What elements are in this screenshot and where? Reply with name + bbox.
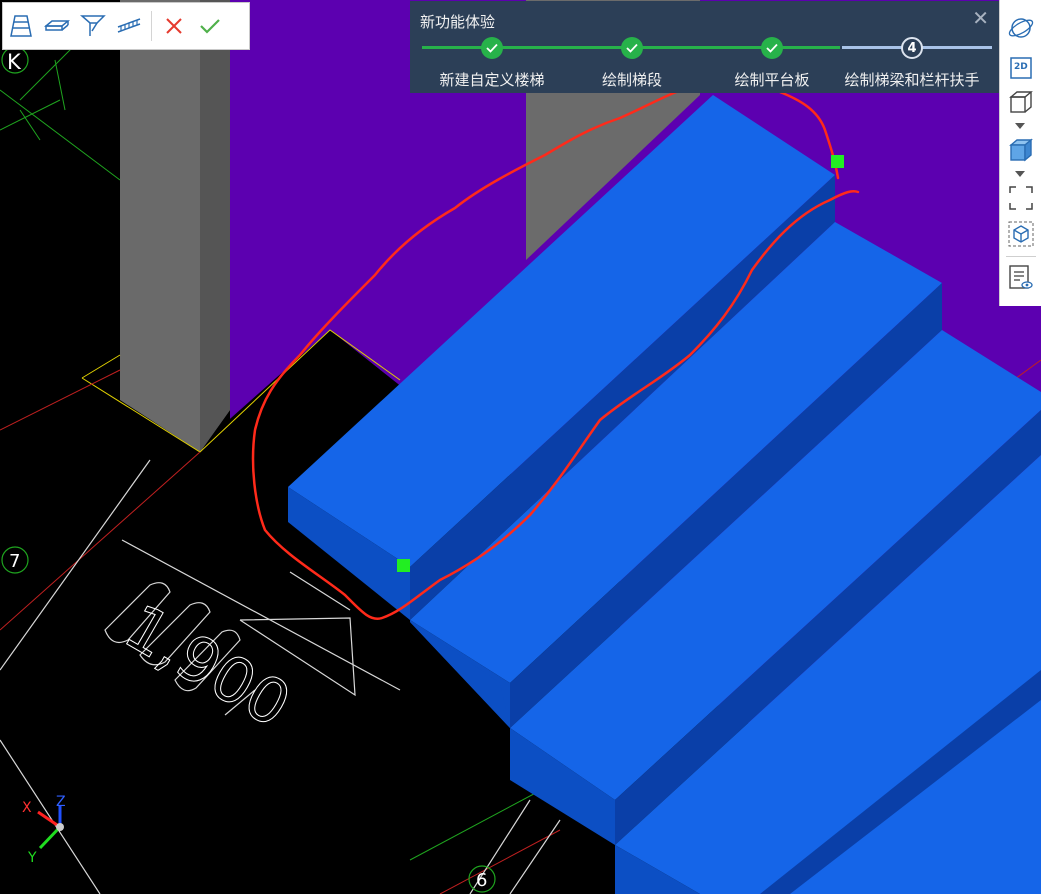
- stair-beam-icon: [80, 15, 106, 36]
- chevron-down-icon[interactable]: [1015, 123, 1025, 129]
- view-properties-button[interactable]: [1005, 262, 1037, 294]
- gray-column-left-shade: [200, 0, 230, 452]
- landing-slab-button[interactable]: [39, 4, 75, 48]
- view-3d-box-icon: [1009, 91, 1033, 113]
- axis-z-label: Z: [56, 794, 66, 810]
- toolbar-separator: [1006, 256, 1036, 257]
- fit-view-icon: [1009, 186, 1033, 210]
- solid-box-button[interactable]: [1005, 134, 1037, 166]
- local-3d-icon: [1008, 221, 1034, 247]
- orbit-button[interactable]: [1005, 12, 1037, 44]
- railing-icon: [117, 18, 141, 33]
- wizard-step-3[interactable]: 绘制平台板: [702, 35, 842, 91]
- axis-label-6: 6: [476, 870, 487, 891]
- fit-view-button[interactable]: [1005, 182, 1037, 214]
- view-2d-button[interactable]: 2D: [1005, 52, 1037, 84]
- wizard-step-2[interactable]: 绘制梯段: [562, 35, 702, 91]
- view-2d-label: 2D: [1014, 62, 1028, 72]
- check-icon: [621, 37, 643, 59]
- chevron-down-icon[interactable]: [1015, 171, 1025, 177]
- cancel-icon: [166, 18, 182, 34]
- solid-box-icon: [1009, 138, 1033, 162]
- railing-button[interactable]: [111, 4, 147, 48]
- feature-wizard-panel: 新功能体验 ✕ 新建自定义楼梯 绘制梯段 绘制平台板 4 绘制梯梁和栏杆扶手: [410, 1, 999, 93]
- stair-run-button[interactable]: [3, 4, 39, 48]
- stair-run-icon: [10, 15, 32, 37]
- view-3d-box-button[interactable]: [1005, 86, 1037, 118]
- grip-handle-bottom[interactable]: [397, 559, 410, 572]
- local-3d-button[interactable]: [1005, 218, 1037, 250]
- axis-y-label: Y: [27, 850, 37, 866]
- step-number-badge: 4: [901, 37, 923, 59]
- view-toolbar: 2D: [999, 0, 1041, 306]
- wizard-step-4[interactable]: 4 绘制梯梁和栏杆扶手: [842, 35, 982, 91]
- close-icon[interactable]: ✕: [972, 6, 989, 30]
- axis-label-k: K: [7, 50, 22, 74]
- wizard-title: 新功能体验: [420, 13, 496, 31]
- 3d-viewport[interactable]: K 7 6 1,900 X Z Y: [0, 0, 1041, 894]
- stair-edit-toolbar: [2, 2, 250, 50]
- wizard-step-label: 绘制梯段: [601, 71, 662, 89]
- check-icon: [481, 37, 503, 59]
- wizard-step-label: 绘制梯梁和栏杆扶手: [844, 71, 980, 89]
- cancel-button[interactable]: [156, 4, 192, 48]
- wizard-step-label: 绘制平台板: [734, 71, 810, 89]
- check-icon: [761, 37, 783, 59]
- view-properties-icon: [1009, 265, 1033, 289]
- wizard-step-1[interactable]: 新建自定义楼梯: [422, 35, 562, 91]
- confirm-icon: [200, 19, 220, 34]
- confirm-button[interactable]: [192, 4, 228, 48]
- landing-slab-icon: [44, 20, 70, 31]
- yellow-outline: [81, 354, 121, 379]
- axis-x-label: X: [22, 800, 32, 816]
- orbit-icon: [1008, 18, 1034, 38]
- axis-label-7: 7: [9, 551, 20, 572]
- step-number: 4: [907, 40, 917, 56]
- grip-handle-top[interactable]: [831, 155, 844, 168]
- stair-beam-button[interactable]: [75, 4, 111, 48]
- wizard-step-label: 新建自定义楼梯: [439, 71, 545, 89]
- toolbar-separator: [151, 11, 152, 41]
